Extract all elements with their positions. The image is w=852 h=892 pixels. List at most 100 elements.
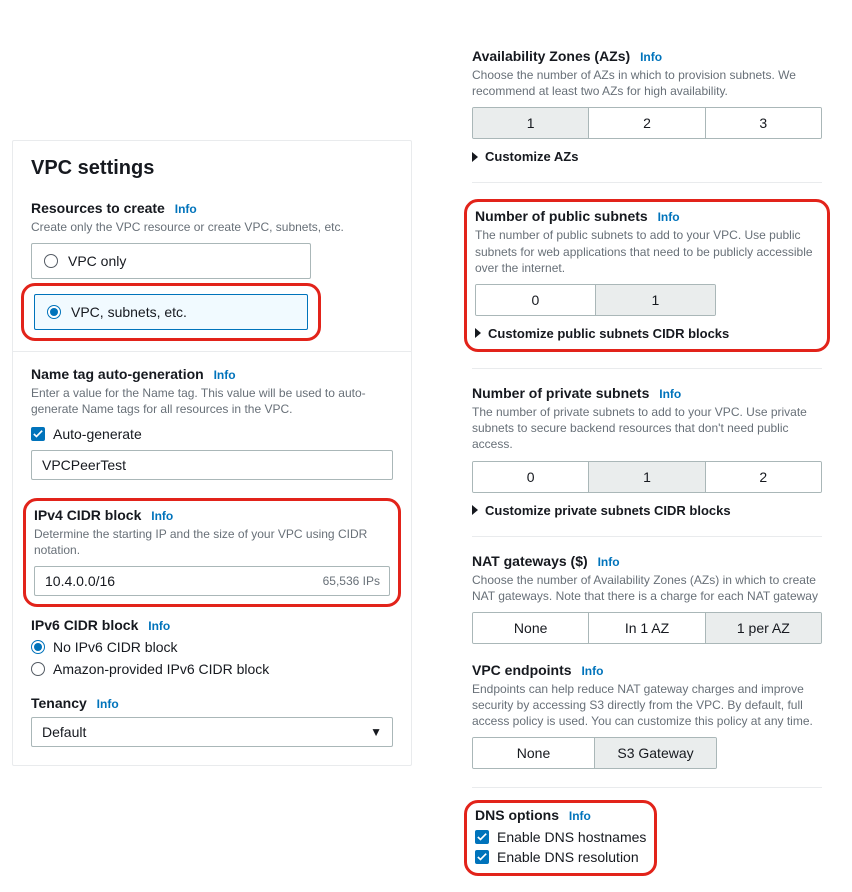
radio-vpc-only[interactable]: VPC only — [31, 243, 311, 279]
nat-label: NAT gateways ($) — [472, 553, 588, 569]
radio-no-ipv6[interactable]: No IPv6 CIDR block — [31, 639, 393, 655]
name-tag-help: Enter a value for the Name tag. This val… — [31, 385, 393, 417]
ipv4-cidr-section: IPv4 CIDR block Info Determine the start… — [34, 507, 390, 596]
nat-gateways-section: NAT gateways ($) Info Choose the number … — [472, 553, 822, 644]
tenancy-section: Tenancy Info Default ▼ — [31, 695, 393, 747]
customize-private-cidr-expander[interactable]: Customize private subnets CIDR blocks — [472, 503, 822, 518]
radio-icon — [47, 305, 61, 319]
private-subnets-section: Number of private subnets Info The numbe… — [472, 385, 822, 518]
resources-to-create-section: Resources to create Info Create only the… — [31, 200, 393, 333]
dns-resolution-checkbox[interactable]: Enable DNS resolution — [475, 849, 646, 865]
az-section: Availability Zones (AZs) Info Choose the… — [472, 48, 822, 164]
tenancy-value: Default — [42, 724, 86, 740]
pub-opt-0[interactable]: 0 — [476, 285, 596, 315]
az-help: Choose the number of AZs in which to pro… — [472, 67, 822, 99]
divider — [472, 182, 822, 183]
az-opt-2[interactable]: 2 — [589, 108, 705, 138]
private-subnets-info-link[interactable]: Info — [659, 387, 681, 401]
priv-opt-0[interactable]: 0 — [473, 462, 589, 492]
panel-title: VPC settings — [31, 157, 393, 180]
dns-label: DNS options — [475, 807, 559, 823]
radio-vpc-subnets-label: VPC, subnets, etc. — [71, 304, 187, 320]
az-opt-1[interactable]: 1 — [473, 108, 589, 138]
nat-help: Choose the number of Availability Zones … — [472, 572, 822, 604]
az-segment: 1 2 3 — [472, 107, 822, 139]
radio-icon — [31, 640, 45, 654]
ipv6-cidr-section: IPv6 CIDR block Info No IPv6 CIDR block … — [31, 617, 393, 677]
ipv4-help: Determine the starting IP and the size o… — [34, 526, 390, 558]
caret-right-icon — [472, 152, 478, 162]
radio-icon — [31, 662, 45, 676]
public-subnets-help: The number of public subnets to add to y… — [475, 227, 819, 276]
nat-opt-peraz[interactable]: 1 per AZ — [706, 613, 821, 643]
checkbox-icon — [31, 427, 45, 441]
ipv6-info-link[interactable]: Info — [148, 619, 170, 633]
public-subnets-segment: 0 1 — [475, 284, 716, 316]
resources-to-create-label: Resources to create — [31, 200, 165, 216]
radio-icon — [44, 254, 58, 268]
customize-private-cidr-label: Customize private subnets CIDR blocks — [485, 503, 731, 518]
dns-info-link[interactable]: Info — [569, 809, 591, 823]
divider — [472, 536, 822, 537]
radio-aws-ipv6[interactable]: Amazon-provided IPv6 CIDR block — [31, 661, 393, 677]
nat-opt-1az[interactable]: In 1 AZ — [589, 613, 705, 643]
customize-public-cidr-expander[interactable]: Customize public subnets CIDR blocks — [475, 326, 819, 341]
tenancy-label: Tenancy — [31, 695, 87, 711]
tenancy-info-link[interactable]: Info — [97, 697, 119, 711]
name-tag-section: Name tag auto-generation Info Enter a va… — [31, 366, 393, 479]
divider — [13, 351, 411, 352]
public-subnets-section: Number of public subnets Info The number… — [475, 208, 819, 341]
tenancy-select[interactable]: Default ▼ — [31, 717, 393, 747]
vpce-info-link[interactable]: Info — [581, 664, 603, 678]
priv-opt-1[interactable]: 1 — [589, 462, 705, 492]
vpce-help: Endpoints can help reduce NAT gateway ch… — [472, 681, 822, 730]
chevron-down-icon: ▼ — [370, 725, 382, 739]
dns-hostnames-checkbox[interactable]: Enable DNS hostnames — [475, 829, 646, 845]
priv-opt-2[interactable]: 2 — [706, 462, 821, 492]
ipv4-label: IPv4 CIDR block — [34, 507, 141, 523]
public-subnets-label: Number of public subnets — [475, 208, 648, 224]
dns-options-section: DNS options Info Enable DNS hostnames En… — [475, 807, 646, 865]
vpc-settings-panel: VPC settings Resources to create Info Cr… — [12, 140, 412, 766]
checkbox-icon — [475, 850, 489, 864]
divider — [472, 368, 822, 369]
name-tag-input[interactable] — [31, 450, 393, 480]
ipv6-label: IPv6 CIDR block — [31, 617, 138, 633]
customize-azs-label: Customize AZs — [485, 149, 578, 164]
radio-no-ipv6-label: No IPv6 CIDR block — [53, 639, 177, 655]
dns-hostnames-label: Enable DNS hostnames — [497, 829, 646, 845]
vpc-endpoints-section: VPC endpoints Info Endpoints can help re… — [472, 662, 822, 770]
name-tag-info-link[interactable]: Info — [214, 368, 236, 382]
public-subnets-info-link[interactable]: Info — [658, 210, 680, 224]
customize-azs-expander[interactable]: Customize AZs — [472, 149, 822, 164]
auto-generate-label: Auto-generate — [53, 426, 142, 442]
ipv4-ip-count: 65,536 IPs — [323, 574, 380, 588]
private-subnets-help: The number of private subnets to add to … — [472, 404, 822, 453]
az-label: Availability Zones (AZs) — [472, 48, 630, 64]
divider — [472, 787, 822, 788]
nat-info-link[interactable]: Info — [598, 555, 620, 569]
private-subnets-label: Number of private subnets — [472, 385, 649, 401]
nat-segment: None In 1 AZ 1 per AZ — [472, 612, 822, 644]
checkbox-icon — [475, 830, 489, 844]
radio-vpc-subnets[interactable]: VPC, subnets, etc. — [34, 294, 308, 330]
private-subnets-segment: 0 1 2 — [472, 461, 822, 493]
resources-info-link[interactable]: Info — [175, 202, 197, 216]
resources-help: Create only the VPC resource or create V… — [31, 219, 393, 235]
radio-vpc-only-label: VPC only — [68, 253, 126, 269]
caret-right-icon — [475, 328, 481, 338]
customize-public-cidr-label: Customize public subnets CIDR blocks — [488, 326, 729, 341]
vpce-label: VPC endpoints — [472, 662, 572, 678]
vpce-opt-s3[interactable]: S3 Gateway — [595, 738, 716, 768]
dns-resolution-label: Enable DNS resolution — [497, 849, 639, 865]
az-opt-3[interactable]: 3 — [706, 108, 821, 138]
name-tag-label: Name tag auto-generation — [31, 366, 204, 382]
radio-aws-ipv6-label: Amazon-provided IPv6 CIDR block — [53, 661, 269, 677]
nat-opt-none[interactable]: None — [473, 613, 589, 643]
az-info-link[interactable]: Info — [640, 50, 662, 64]
auto-generate-checkbox[interactable]: Auto-generate — [31, 426, 393, 442]
vpce-opt-none[interactable]: None — [473, 738, 595, 768]
pub-opt-1[interactable]: 1 — [596, 285, 715, 315]
ipv4-info-link[interactable]: Info — [151, 509, 173, 523]
vpce-segment: None S3 Gateway — [472, 737, 717, 769]
